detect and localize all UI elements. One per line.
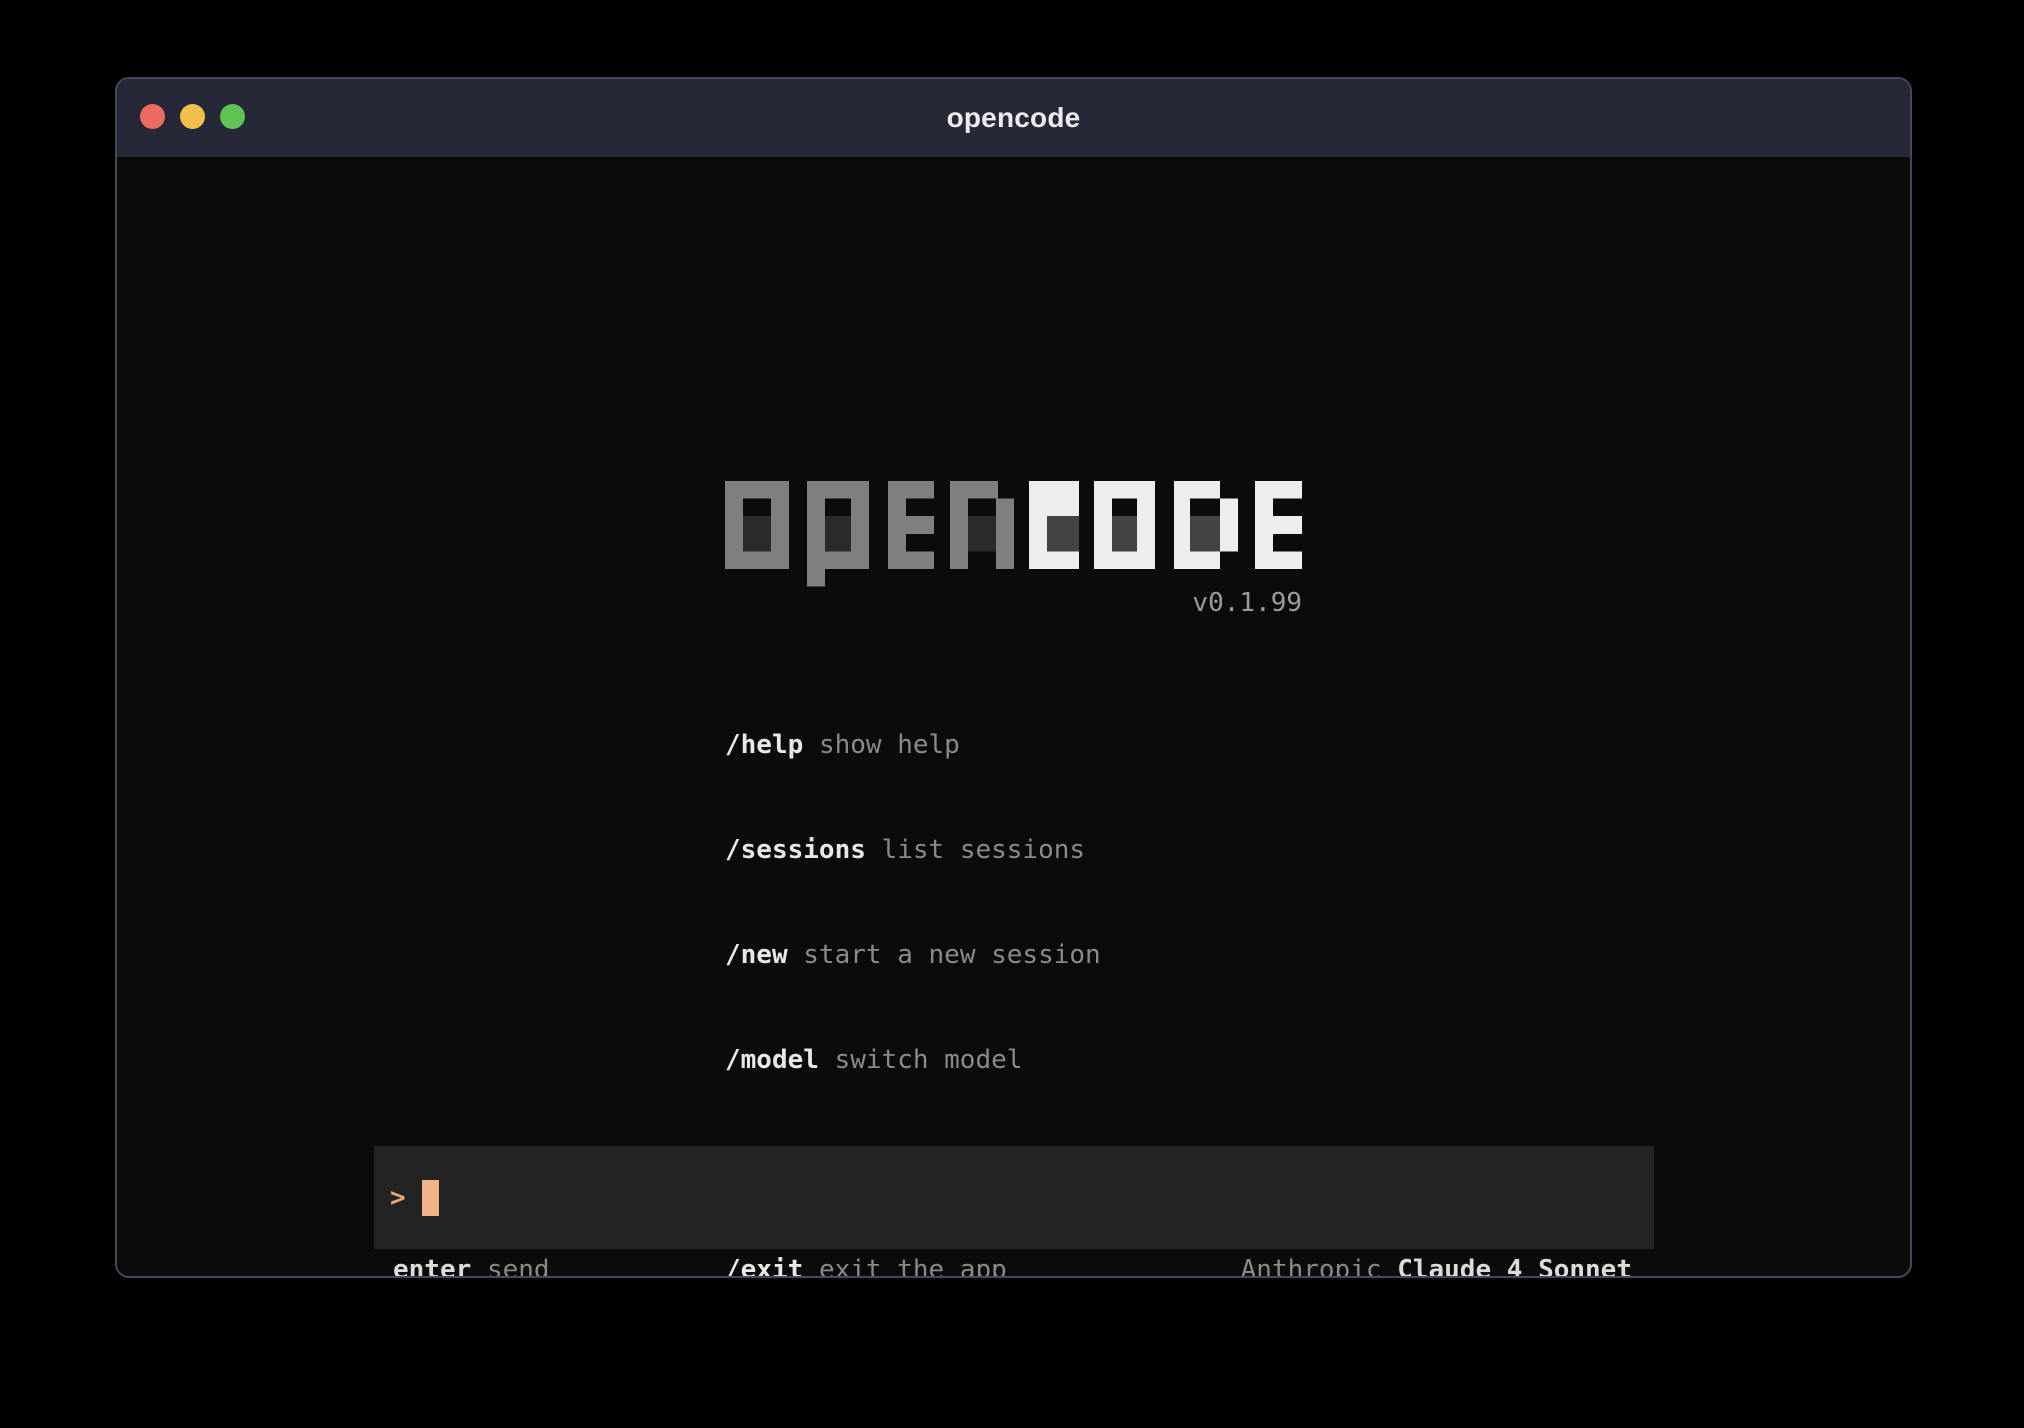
minimize-button[interactable] xyxy=(180,104,205,129)
command-name: /help xyxy=(725,730,803,760)
command-list-item: /model switch model xyxy=(725,1043,1101,1078)
status-bar: enter send Anthropic Claude 4 Sonnet xyxy=(393,1255,1632,1278)
window-titlebar[interactable]: opencode xyxy=(117,79,1910,157)
zoom-button[interactable] xyxy=(220,104,245,129)
command-description: start a new session xyxy=(803,940,1100,970)
model-name: Claude 4 Sonnet xyxy=(1397,1255,1632,1278)
opencode-logo-art xyxy=(725,481,1302,587)
terminal-area: v0.1.99 /help show help /sessions list s… xyxy=(117,157,1910,1276)
opencode-window: opencode xyxy=(115,77,1912,1278)
message-input[interactable]: > xyxy=(374,1146,1654,1249)
command-description: list sessions xyxy=(882,835,1086,865)
command-list-item: /new start a new session xyxy=(725,938,1101,973)
model-provider: Anthropic xyxy=(1241,1255,1382,1278)
prompt-symbol: > xyxy=(390,1180,406,1216)
command-name: /model xyxy=(725,1045,819,1075)
traffic-light-buttons xyxy=(140,104,245,129)
close-button[interactable] xyxy=(140,104,165,129)
text-cursor xyxy=(422,1180,439,1216)
opencode-logo xyxy=(725,481,1302,587)
key-hint-action: send xyxy=(487,1255,550,1278)
key-hint-key: enter xyxy=(393,1255,471,1278)
window-title: opencode xyxy=(947,102,1081,134)
command-list-item: /help show help xyxy=(725,728,1101,763)
command-list-item: /sessions list sessions xyxy=(725,833,1101,868)
command-name: /new xyxy=(725,940,788,970)
command-description: switch model xyxy=(835,1045,1023,1075)
command-description: show help xyxy=(819,730,960,760)
model-indicator[interactable]: Anthropic Claude 4 Sonnet xyxy=(1241,1255,1632,1278)
key-hint: enter send xyxy=(393,1255,550,1278)
command-name: /sessions xyxy=(725,835,866,865)
version-label: v0.1.99 xyxy=(725,588,1302,618)
